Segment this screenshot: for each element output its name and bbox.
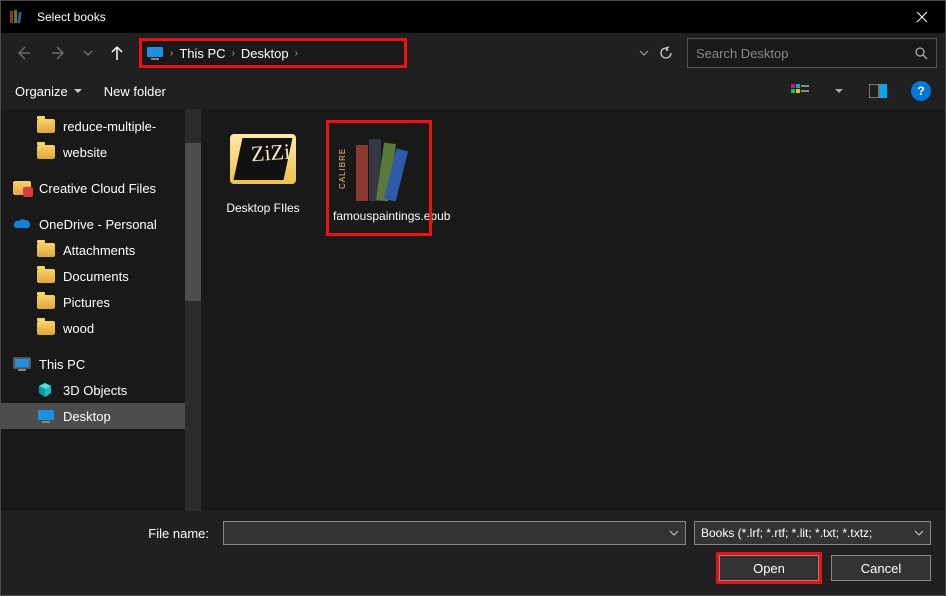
creative-cloud-icon	[13, 181, 31, 195]
nav-tree[interactable]: reduce-multiple-website Creative Cloud Fi…	[1, 109, 201, 511]
folder-icon	[37, 243, 55, 257]
tree-item-label: Creative Cloud Files	[39, 181, 156, 196]
search-input[interactable]: Search Desktop	[687, 38, 937, 68]
breadcrumb-root[interactable]: This PC	[179, 46, 225, 61]
view-icons-button[interactable]	[789, 80, 811, 102]
tree-item-label: This PC	[39, 357, 85, 372]
tree-item[interactable]: Attachments	[1, 237, 201, 263]
folder-icon	[37, 119, 55, 133]
file-item[interactable]: CALIBRE famouspaintings.epub	[329, 123, 429, 233]
breadcrumb-current[interactable]: Desktop	[241, 46, 289, 61]
navbar: › This PC › Desktop › Search Desktop	[1, 33, 945, 73]
footer: File name: Books (*.lrf; *.rtf; *.lit; *…	[1, 511, 945, 595]
tree-item[interactable]: Pictures	[1, 289, 201, 315]
new-folder-button[interactable]: New folder	[104, 84, 166, 99]
address-bar[interactable]: › This PC › Desktop ›	[139, 38, 407, 68]
file-label: famouspaintings.epub	[333, 209, 425, 223]
tree-item-label: Attachments	[63, 243, 135, 258]
tree-item[interactable]: 3D Objects	[1, 377, 201, 403]
file-label: Desktop FIles	[213, 201, 313, 215]
up-button[interactable]	[103, 39, 131, 67]
onedrive-icon	[13, 218, 31, 230]
folder-icon	[37, 269, 55, 283]
file-type-filter[interactable]: Books (*.lrf; *.rtf; *.lit; *.txt; *.txt…	[694, 521, 931, 545]
address-dropdown[interactable]	[639, 50, 649, 56]
desktop-icon	[37, 409, 55, 423]
pc-icon	[146, 46, 164, 60]
cancel-button[interactable]: Cancel	[831, 555, 931, 581]
back-button[interactable]	[9, 39, 37, 67]
folder-icon	[37, 145, 55, 159]
toolbar: Organize New folder ?	[1, 73, 945, 109]
folder-icon	[37, 321, 55, 335]
tree-item[interactable]: Documents	[1, 263, 201, 289]
chevron-down-icon	[914, 530, 924, 536]
tree-scroll-thumb[interactable]	[185, 143, 201, 301]
tree-item-label: Desktop	[63, 409, 111, 424]
file-dialog: Select books › This PC › Desktop ›	[0, 0, 946, 596]
tree-item[interactable]: wood	[1, 315, 201, 341]
view-dropdown[interactable]	[833, 80, 845, 102]
file-name-input[interactable]	[223, 521, 686, 545]
window-title: Select books	[33, 10, 899, 24]
tree-item[interactable]: Creative Cloud Files	[1, 175, 201, 201]
tree-item[interactable]: website	[1, 139, 201, 165]
forward-button[interactable]	[45, 39, 73, 67]
open-button[interactable]: Open	[719, 555, 819, 581]
folder-icon: ZiZi	[230, 134, 296, 184]
chevron-icon: ›	[170, 48, 173, 59]
recent-dropdown[interactable]	[81, 39, 95, 67]
folder-icon	[37, 295, 55, 309]
tree-item-label: 3D Objects	[63, 383, 127, 398]
file-name-label: File name:	[15, 526, 215, 541]
tree-item-label: Documents	[63, 269, 129, 284]
tree-item[interactable]: OneDrive - Personal	[1, 211, 201, 237]
tree-item-label: wood	[63, 321, 94, 336]
tree-item[interactable]: This PC	[1, 351, 201, 377]
address-tail	[415, 38, 679, 68]
app-icon	[1, 9, 33, 25]
help-button[interactable]: ?	[911, 81, 931, 101]
search-icon	[914, 46, 928, 60]
organize-menu[interactable]: Organize	[15, 84, 82, 99]
chevron-icon: ›	[295, 48, 298, 59]
search-placeholder: Search Desktop	[696, 46, 789, 61]
file-list[interactable]: ZiZi Desktop FIles CALIBRE famouspaintings.…	[201, 109, 945, 511]
3d-objects-icon	[37, 383, 55, 397]
file-item[interactable]: ZiZi Desktop FIles	[213, 123, 313, 215]
close-button[interactable]	[899, 1, 945, 33]
preview-pane-button[interactable]	[867, 80, 889, 102]
pc-icon	[13, 357, 31, 371]
body: reduce-multiple-website Creative Cloud Fi…	[1, 109, 945, 511]
calibre-book-icon: CALIBRE	[345, 133, 413, 201]
tree-item-label: OneDrive - Personal	[39, 217, 157, 232]
tree-item-label: Pictures	[63, 295, 110, 310]
refresh-button[interactable]	[659, 46, 673, 60]
chevron-icon: ›	[232, 48, 235, 59]
tree-item-label: reduce-multiple-	[63, 119, 156, 134]
tree-item[interactable]: Desktop	[1, 403, 201, 429]
titlebar: Select books	[1, 1, 945, 33]
chevron-down-icon[interactable]	[669, 530, 679, 536]
tree-item[interactable]: reduce-multiple-	[1, 113, 201, 139]
tree-item-label: website	[63, 145, 107, 160]
